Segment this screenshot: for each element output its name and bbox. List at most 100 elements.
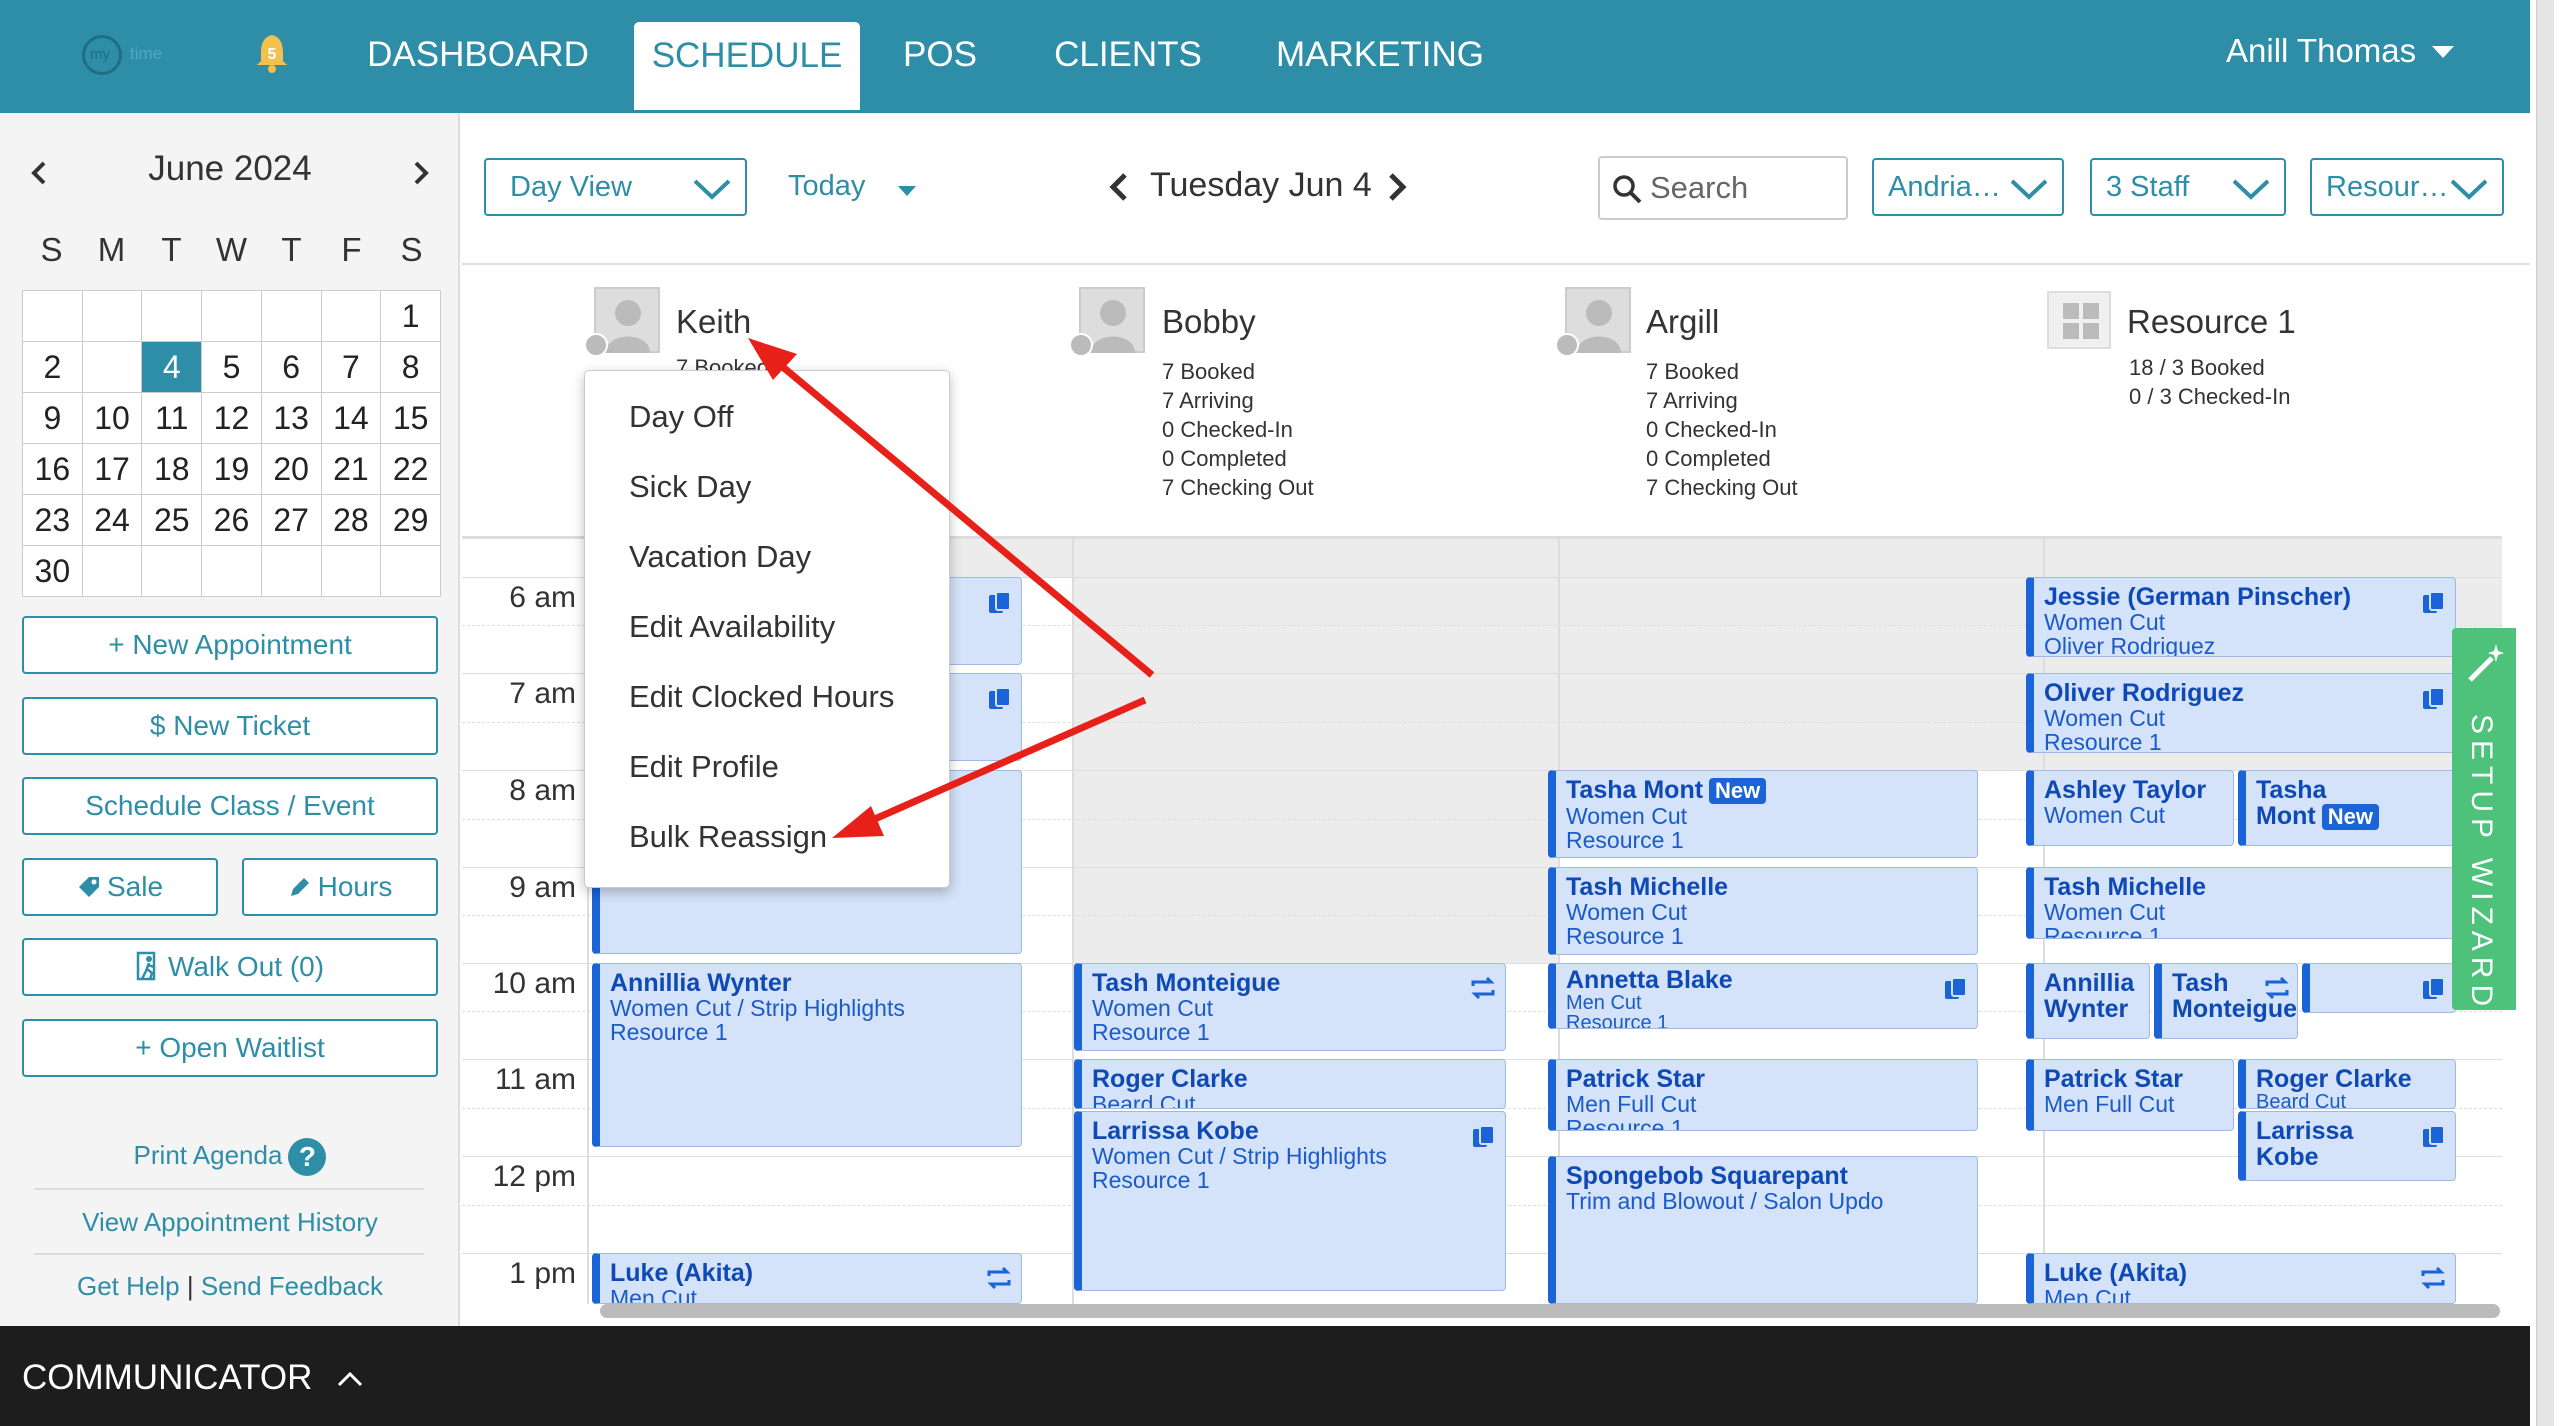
appointment-card[interactable]: Annillia Wynter — [2026, 963, 2150, 1039]
today-caret-icon[interactable] — [898, 186, 916, 198]
resource-filter[interactable]: Resour… — [2310, 158, 2504, 216]
schedule-class-button[interactable]: Schedule Class / Event — [22, 777, 438, 835]
tab-marketing[interactable]: MARKETING — [1268, 0, 1492, 113]
staff-name-bobby[interactable]: Bobby — [1162, 303, 1256, 341]
communicator-label[interactable]: COMMUNICATOR — [22, 1358, 312, 1398]
send-feedback-link[interactable]: Send Feedback — [201, 1271, 383, 1301]
calendar-day[interactable]: 29 — [380, 494, 441, 546]
appointment-card[interactable] — [2302, 963, 2456, 1013]
staff-name-argill[interactable]: Argill — [1646, 303, 1719, 341]
staff-name-resource-1[interactable]: Resource 1 — [2127, 303, 2296, 341]
notification-bell-icon[interactable]: 5 — [255, 33, 289, 73]
calendar-day[interactable]: 22 — [380, 443, 441, 495]
appointment-card[interactable]: Annetta Blake Men Cut Resource 1 — [1548, 963, 1978, 1029]
appointment-card[interactable]: Jessie (German Pinscher) Women Cut Olive… — [2026, 577, 2456, 657]
appointment-card[interactable]: Tasha Mont New — [2238, 770, 2456, 846]
appointment-card[interactable]: Tash Michelle Women Cut Resource 1 — [1548, 867, 1978, 955]
calendar-day[interactable]: 10 — [81, 392, 143, 444]
setup-wizard-tab[interactable]: SETUP WIZARD — [2452, 628, 2516, 1012]
menu-item-day-off[interactable]: Day Off — [629, 399, 734, 435]
user-menu[interactable]: Anill Thomas — [2226, 32, 2416, 70]
calendar-day[interactable]: 13 — [260, 392, 322, 444]
calendar-day[interactable]: 28 — [320, 494, 382, 546]
appointment-card[interactable]: Larrissa Kobe — [2238, 1111, 2456, 1181]
staff-avatar-bobby[interactable] — [1069, 287, 1145, 357]
staff-avatar-argill[interactable] — [1555, 287, 1631, 357]
tab-dashboard[interactable]: DASHBOARD — [358, 0, 598, 113]
appointment-card[interactable]: Tasha Mont New Women Cut Resource 1 — [1548, 770, 1978, 858]
menu-item-sick-day[interactable]: Sick Day — [629, 469, 751, 505]
print-agenda-link[interactable]: Print Agenda? — [0, 1138, 460, 1176]
calendar-day[interactable]: 21 — [320, 443, 382, 495]
calendar-day[interactable]: 8 — [380, 341, 441, 393]
calendar-day[interactable]: 19 — [201, 443, 262, 495]
search-box[interactable]: Search — [1598, 156, 1848, 220]
calendar-day[interactable]: 6 — [260, 341, 322, 393]
calendar-day[interactable]: 20 — [260, 443, 322, 495]
appointment-card[interactable]: Luke (Akita) Men Cut — [2026, 1253, 2456, 1304]
calendar-day[interactable]: 17 — [81, 443, 143, 495]
walk-out-button[interactable]: Walk Out (0) — [22, 938, 438, 996]
resource-grid-icon[interactable] — [2047, 291, 2111, 349]
staff-name-keith[interactable]: Keith — [676, 303, 751, 341]
calendar-day[interactable]: 26 — [201, 494, 262, 546]
appointment-card[interactable]: Spongebob Squarepant Trim and Blowout / … — [1548, 1156, 1978, 1304]
menu-item-bulk-reassign[interactable]: Bulk Reassign — [629, 819, 827, 855]
menu-item-edit-clocked-hours[interactable]: Edit Clocked Hours — [629, 679, 894, 715]
tab-clients[interactable]: CLIENTS — [1040, 0, 1216, 113]
open-waitlist-button[interactable]: + Open Waitlist — [22, 1019, 438, 1077]
horizontal-scrollbar[interactable] — [600, 1304, 2500, 1318]
calendar-day[interactable]: 12 — [201, 392, 262, 444]
new-ticket-button[interactable]: $ New Ticket — [22, 697, 438, 755]
calendar-day[interactable]: 11 — [141, 392, 203, 444]
calendar-day[interactable]: 30 — [22, 545, 83, 597]
communicator-bar[interactable]: COMMUNICATOR — [0, 1326, 2530, 1426]
appointment-card[interactable]: Tash Michelle Women Cut Resource 1 — [2026, 867, 2456, 939]
new-appointment-button[interactable]: + New Appointment — [22, 616, 438, 674]
appointment-card[interactable]: Roger Clarke Beard Cut — [2238, 1059, 2456, 1109]
calendar-day[interactable]: 2 — [22, 341, 83, 393]
appointment-card[interactable]: Tash Monteigue Women Cut Resource 1 — [1074, 963, 1506, 1051]
prev-day-icon[interactable] — [1108, 172, 1128, 202]
calendar-day[interactable]: 25 — [141, 494, 203, 546]
calendar-day[interactable]: 16 — [22, 443, 83, 495]
user-caret-icon[interactable] — [2432, 46, 2454, 60]
help-icon[interactable]: ? — [288, 1138, 327, 1176]
appointment-card[interactable]: Larrissa Kobe Women Cut / Strip Highligh… — [1074, 1111, 1506, 1291]
get-help-link[interactable]: Get Help — [77, 1271, 180, 1301]
staff-avatar-keith[interactable] — [584, 287, 660, 357]
today-button[interactable]: Today — [788, 170, 865, 203]
menu-item-edit-availability[interactable]: Edit Availability — [629, 609, 835, 645]
calendar-day[interactable]: 5 — [201, 341, 262, 393]
tab-pos[interactable]: POS — [878, 0, 1002, 113]
view-dropdown[interactable]: Day View — [484, 158, 747, 216]
calendar-day[interactable]: 15 — [380, 392, 441, 444]
view-appointment-history-link[interactable]: View Appointment History — [0, 1207, 460, 1238]
appointment-card[interactable]: Tash Monteigue — [2154, 963, 2298, 1039]
chevron-up-icon[interactable] — [337, 1371, 363, 1387]
calendar-day[interactable]: 1 — [380, 290, 441, 342]
appointment-card[interactable]: Patrick Star Men Full Cut — [2026, 1059, 2234, 1131]
appointment-card[interactable]: Ashley Taylor Women Cut — [2026, 770, 2234, 846]
menu-item-vacation-day[interactable]: Vacation Day — [629, 539, 811, 575]
calendar-day[interactable]: 27 — [260, 494, 322, 546]
location-filter[interactable]: Andria… — [1872, 158, 2064, 216]
hours-button[interactable]: Hours — [242, 858, 438, 916]
appointment-card[interactable]: Oliver Rodriguez Women Cut Resource 1 — [2026, 673, 2456, 753]
next-month-icon[interactable] — [414, 161, 430, 185]
calendar-day[interactable]: 4 — [141, 341, 203, 393]
calendar-day[interactable]: 14 — [320, 392, 382, 444]
calendar-day[interactable]: 23 — [22, 494, 83, 546]
tab-schedule[interactable]: SCHEDULE — [634, 22, 860, 110]
calendar-day[interactable]: 18 — [141, 443, 203, 495]
appointment-card[interactable]: Patrick Star Men Full Cut Resource 1 — [1548, 1059, 1978, 1131]
sale-button[interactable]: Sale — [22, 858, 218, 916]
appointment-card[interactable]: Roger Clarke Beard Cut — [1074, 1059, 1506, 1109]
appointment-card[interactable]: Annillia Wynter Women Cut / Strip Highli… — [592, 963, 1022, 1147]
calendar-day[interactable]: 24 — [81, 494, 143, 546]
calendar-day[interactable]: 7 — [320, 341, 382, 393]
staff-filter[interactable]: 3 Staff — [2090, 158, 2286, 216]
calendar-day[interactable]: 9 — [22, 392, 83, 444]
vertical-scrollbar[interactable] — [2536, 0, 2554, 1426]
appointment-card[interactable]: Luke (Akita) Men Cut — [592, 1253, 1022, 1304]
